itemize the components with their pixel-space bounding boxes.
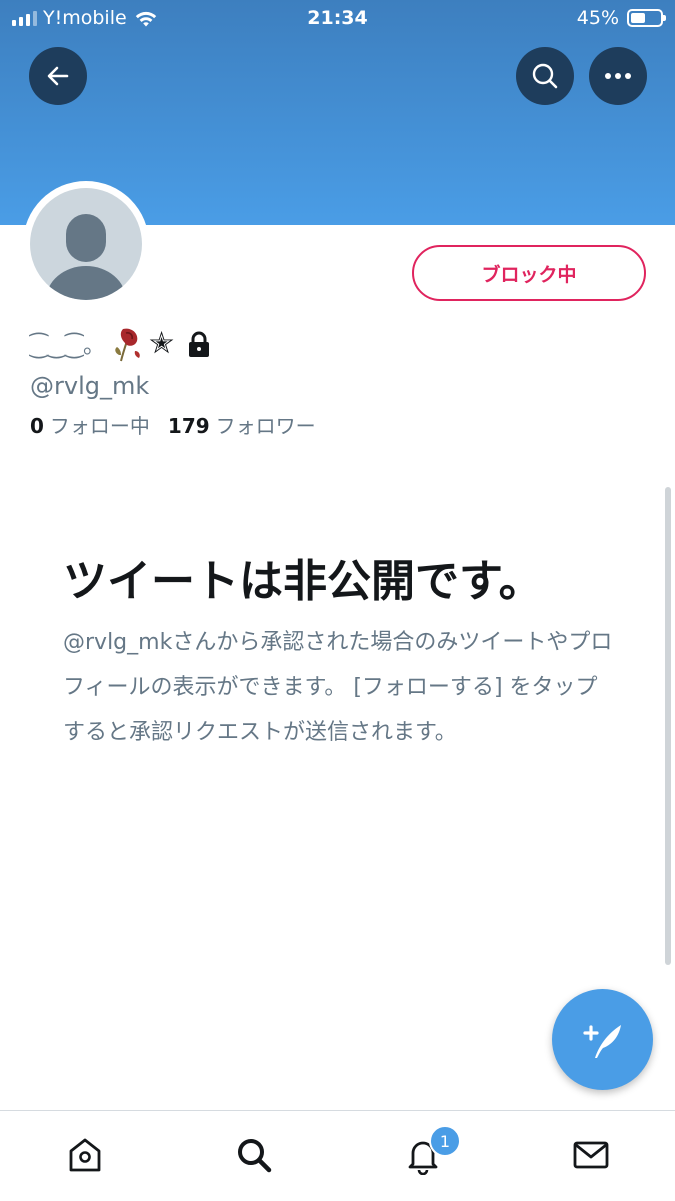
followers-label: フォロワー (215, 414, 316, 438)
battery-group: 45% (576, 7, 666, 29)
search-icon (532, 63, 558, 89)
status-time: 21:34 (307, 7, 368, 29)
avatar[interactable] (23, 181, 149, 307)
search-icon (238, 1139, 272, 1173)
home-icon (69, 1138, 101, 1172)
status-bar: Y!mobile 21:34 45% (0, 0, 675, 38)
mail-icon (573, 1141, 609, 1169)
tab-search[interactable] (232, 1133, 276, 1177)
star-icon: ✭ (149, 326, 175, 361)
battery-percent: 45% (576, 7, 619, 29)
scrollbar[interactable] (665, 487, 671, 965)
back-button[interactable] (29, 47, 87, 105)
more-horizontal-icon (605, 73, 631, 79)
bottom-tab-bar (0, 1110, 675, 1201)
compose-tweet-icon (582, 1024, 621, 1058)
compose-tweet-button[interactable] (552, 989, 653, 1090)
private-tweets-title: ツイートは非公開です。 (63, 556, 543, 607)
search-button[interactable] (516, 47, 574, 105)
follow-stats: 0 フォロー中 179 フォロワー (30, 410, 316, 439)
following-count: 0 (30, 414, 44, 438)
blocked-button[interactable]: ブロック中 (412, 245, 646, 301)
notification-badge: 1 (429, 1125, 461, 1157)
following-stat[interactable]: 0 フォロー中 (30, 410, 150, 439)
following-label: フォロー中 (49, 414, 150, 438)
tab-messages[interactable] (569, 1133, 613, 1177)
person-silhouette-icon (46, 214, 126, 300)
display-name: ⁐‿⁐。 ✭ (30, 324, 214, 364)
display-name-text: ⁐‿⁐。 (30, 334, 106, 359)
profile-handle: @rvlg_mk (30, 372, 150, 400)
default-avatar-image (30, 188, 142, 300)
wilted-rose-icon (115, 328, 140, 362)
battery-icon (627, 9, 666, 27)
followers-count: 179 (167, 414, 210, 438)
followers-stat[interactable]: 179 フォロワー (168, 410, 316, 439)
more-options-button[interactable] (589, 47, 647, 105)
private-tweets-description: @rvlg_mkさんから承認された場合のみツイートやプロフィールの表示ができます… (63, 630, 613, 745)
tab-home[interactable] (63, 1133, 107, 1177)
lock-icon (189, 331, 210, 357)
arrow-left-icon (47, 66, 69, 86)
